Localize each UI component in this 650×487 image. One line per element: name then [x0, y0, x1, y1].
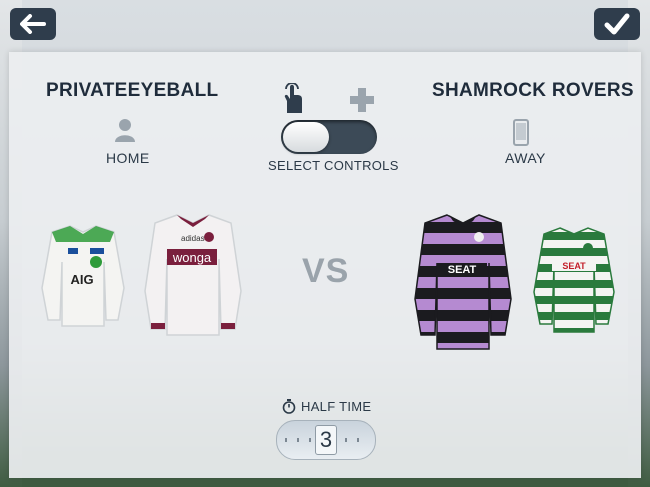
home-kit-2[interactable]: adidas wonga [143, 211, 243, 344]
back-button[interactable] [10, 8, 56, 40]
touch-icon[interactable] [281, 82, 305, 118]
away-kit-1-sponsor: SEAT [448, 264, 477, 276]
home-kit-2-sponsor: wonga [172, 250, 212, 265]
svg-text:adidas: adidas [181, 234, 205, 243]
controls-toggle[interactable] [281, 120, 377, 154]
half-time-value: 3 [315, 425, 337, 455]
away-kit-2-sponsor: SEAT [562, 261, 586, 271]
away-team-name: SHAMROCK ROVERS [432, 80, 634, 101]
half-time-picker[interactable]: 3 [276, 420, 376, 460]
person-icon [114, 118, 136, 147]
away-side-label: AWAY [505, 150, 546, 166]
back-arrow-icon [20, 14, 46, 34]
tablet-icon [513, 119, 529, 151]
home-team-name: PRIVATEEYEBALL [46, 80, 219, 101]
away-kit-1[interactable]: SEAT [413, 211, 513, 358]
toggle-knob[interactable] [283, 122, 329, 152]
confirm-button[interactable] [594, 8, 640, 40]
stopwatch-icon [282, 399, 296, 414]
select-controls-label: SELECT CONTROLS [268, 158, 399, 173]
home-side-label: HOME [106, 150, 150, 166]
half-time-label-row: HALF TIME [282, 399, 371, 414]
half-time-label: HALF TIME [301, 399, 372, 414]
vs-label: VS [302, 252, 350, 290]
gamepad-icon[interactable] [349, 87, 375, 118]
checkmark-icon [604, 13, 630, 35]
away-kit-2[interactable]: SEAT [532, 224, 616, 341]
home-kit-1-sponsor: AIG [70, 272, 93, 287]
home-kit-1[interactable]: AIG [40, 222, 126, 335]
